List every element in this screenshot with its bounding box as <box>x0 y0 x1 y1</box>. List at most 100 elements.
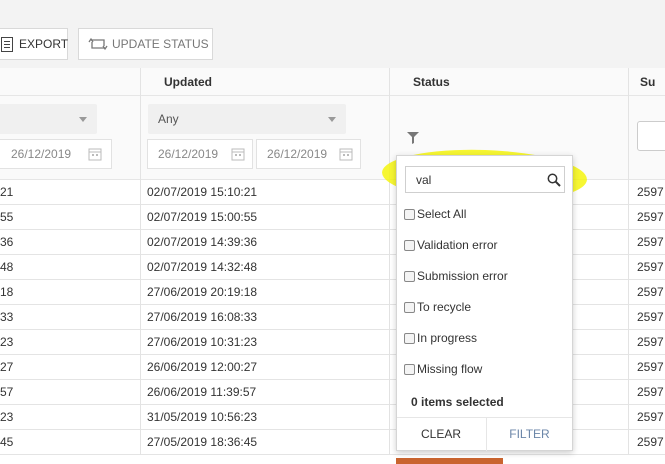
updated-date-from-input[interactable]: 26/12/2019 <box>147 139 253 169</box>
column-divider <box>140 405 141 430</box>
column-divider <box>389 205 390 230</box>
column-header-updated[interactable]: Updated <box>164 68 212 96</box>
status-option[interactable]: Submission error <box>404 268 508 284</box>
cell-time-partial: 55 <box>0 210 14 224</box>
column-divider <box>628 355 629 380</box>
cell-sum: 2597 <box>637 310 664 324</box>
status-option-label: In progress <box>417 331 478 345</box>
status-option-label: Missing flow <box>417 362 483 376</box>
checkbox[interactable] <box>404 332 415 344</box>
cell-updated: 27/05/2019 18:36:45 <box>147 435 258 449</box>
column-divider <box>140 430 141 455</box>
table-header: Updated Status Su <box>0 68 665 96</box>
cell-updated: 27/06/2019 20:19:18 <box>147 285 258 299</box>
cell-sum: 2597 <box>637 210 664 224</box>
popup-footer: CLEAR FILTER <box>397 417 572 451</box>
cell-updated: 27/06/2019 16:08:33 <box>147 310 258 324</box>
column-divider <box>389 355 390 380</box>
column-divider <box>628 430 629 455</box>
checkbox[interactable] <box>404 239 415 251</box>
column-divider <box>628 205 629 230</box>
document-icon <box>1 36 13 52</box>
checkbox[interactable] <box>404 363 415 375</box>
cell-time-partial: 36 <box>0 235 14 249</box>
status-option-label: To recycle <box>417 300 472 314</box>
cell-time-partial: 23 <box>0 335 14 349</box>
update-status-label: UPDATE STATUS <box>112 37 209 51</box>
export-label: EXPORT <box>19 37 69 51</box>
column-divider <box>628 68 629 96</box>
checkbox[interactable] <box>404 208 415 220</box>
status-option-label: Validation error <box>417 238 498 252</box>
left-date-to-value: 26/12/2019 <box>11 147 72 161</box>
status-option[interactable]: To recycle <box>404 299 471 315</box>
status-filter-popup: Select All Validation error Submission err… <box>396 155 573 451</box>
cell-updated: 02/07/2019 15:10:21 <box>147 185 258 199</box>
cell-updated: 27/06/2019 10:31:23 <box>147 335 258 349</box>
cycle-arrows-icon <box>88 37 108 51</box>
column-divider <box>628 230 629 255</box>
cell-time-partial: 18 <box>0 285 14 299</box>
status-option-label: Select All <box>417 207 467 221</box>
column-divider <box>389 405 390 430</box>
status-option[interactable]: Missing flow <box>404 361 482 377</box>
column-divider <box>140 305 141 330</box>
column-divider <box>140 255 141 280</box>
column-divider <box>140 96 141 180</box>
funnel-icon[interactable] <box>407 132 419 144</box>
update-status-button[interactable]: UPDATE STATUS <box>78 28 213 60</box>
cell-time-partial: 48 <box>0 260 14 274</box>
column-divider <box>140 180 141 205</box>
updated-range-value: Any <box>158 112 179 126</box>
column-divider <box>140 68 141 96</box>
updated-date-from-value: 26/12/2019 <box>158 147 219 161</box>
clear-button[interactable]: CLEAR <box>397 418 485 451</box>
column-divider <box>628 96 629 180</box>
updated-date-to-input[interactable]: 26/12/2019 <box>256 139 361 169</box>
status-option[interactable]: Select All <box>404 206 466 222</box>
left-column-select[interactable] <box>0 104 97 134</box>
status-option[interactable]: In progress <box>404 330 477 346</box>
cell-updated: 02/07/2019 14:39:36 <box>147 235 258 249</box>
cell-updated: 02/07/2019 14:32:48 <box>147 260 258 274</box>
checkbox[interactable] <box>404 270 415 282</box>
calendar-icon[interactable] <box>231 147 245 161</box>
status-option[interactable]: Validation error <box>404 237 497 253</box>
column-divider <box>389 180 390 205</box>
cell-sum: 2597 <box>637 410 664 424</box>
column-header-status[interactable]: Status <box>413 68 450 96</box>
filter-button[interactable]: FILTER <box>486 418 572 451</box>
cell-sum: 2597 <box>637 235 664 249</box>
sum-filter-input[interactable] <box>637 121 665 151</box>
left-date-to-input[interactable]: 26/12/2019 <box>0 139 112 169</box>
column-divider <box>389 305 390 330</box>
column-divider <box>389 430 390 455</box>
toolbar: EXPORT UPDATE STATUS <box>0 0 665 68</box>
status-search-input[interactable] <box>405 166 565 193</box>
calendar-icon[interactable] <box>88 147 102 161</box>
cell-sum: 2597 <box>637 285 664 299</box>
column-divider <box>628 180 629 205</box>
cell-sum: 2597 <box>637 385 664 399</box>
cell-sum: 2597 <box>637 185 664 199</box>
cell-sum: 2597 <box>637 360 664 374</box>
column-divider <box>140 380 141 405</box>
cell-time-partial: 45 <box>0 435 14 449</box>
column-divider <box>389 380 390 405</box>
column-divider <box>140 330 141 355</box>
cell-updated: 26/06/2019 12:00:27 <box>147 360 258 374</box>
accent-bar <box>396 458 503 464</box>
cell-time-partial: 57 <box>0 385 14 399</box>
updated-range-select[interactable]: Any <box>148 104 346 134</box>
export-button[interactable]: EXPORT <box>0 28 68 60</box>
calendar-icon[interactable] <box>339 147 353 161</box>
cell-updated: 02/07/2019 15:00:55 <box>147 210 258 224</box>
cell-time-partial: 21 <box>0 185 14 199</box>
column-header-sum[interactable]: Su <box>640 68 655 96</box>
column-divider <box>628 255 629 280</box>
column-divider <box>389 68 390 96</box>
column-divider <box>389 255 390 280</box>
search-icon[interactable] <box>547 173 561 187</box>
checkbox[interactable] <box>404 301 415 313</box>
cell-time-partial: 33 <box>0 310 14 324</box>
